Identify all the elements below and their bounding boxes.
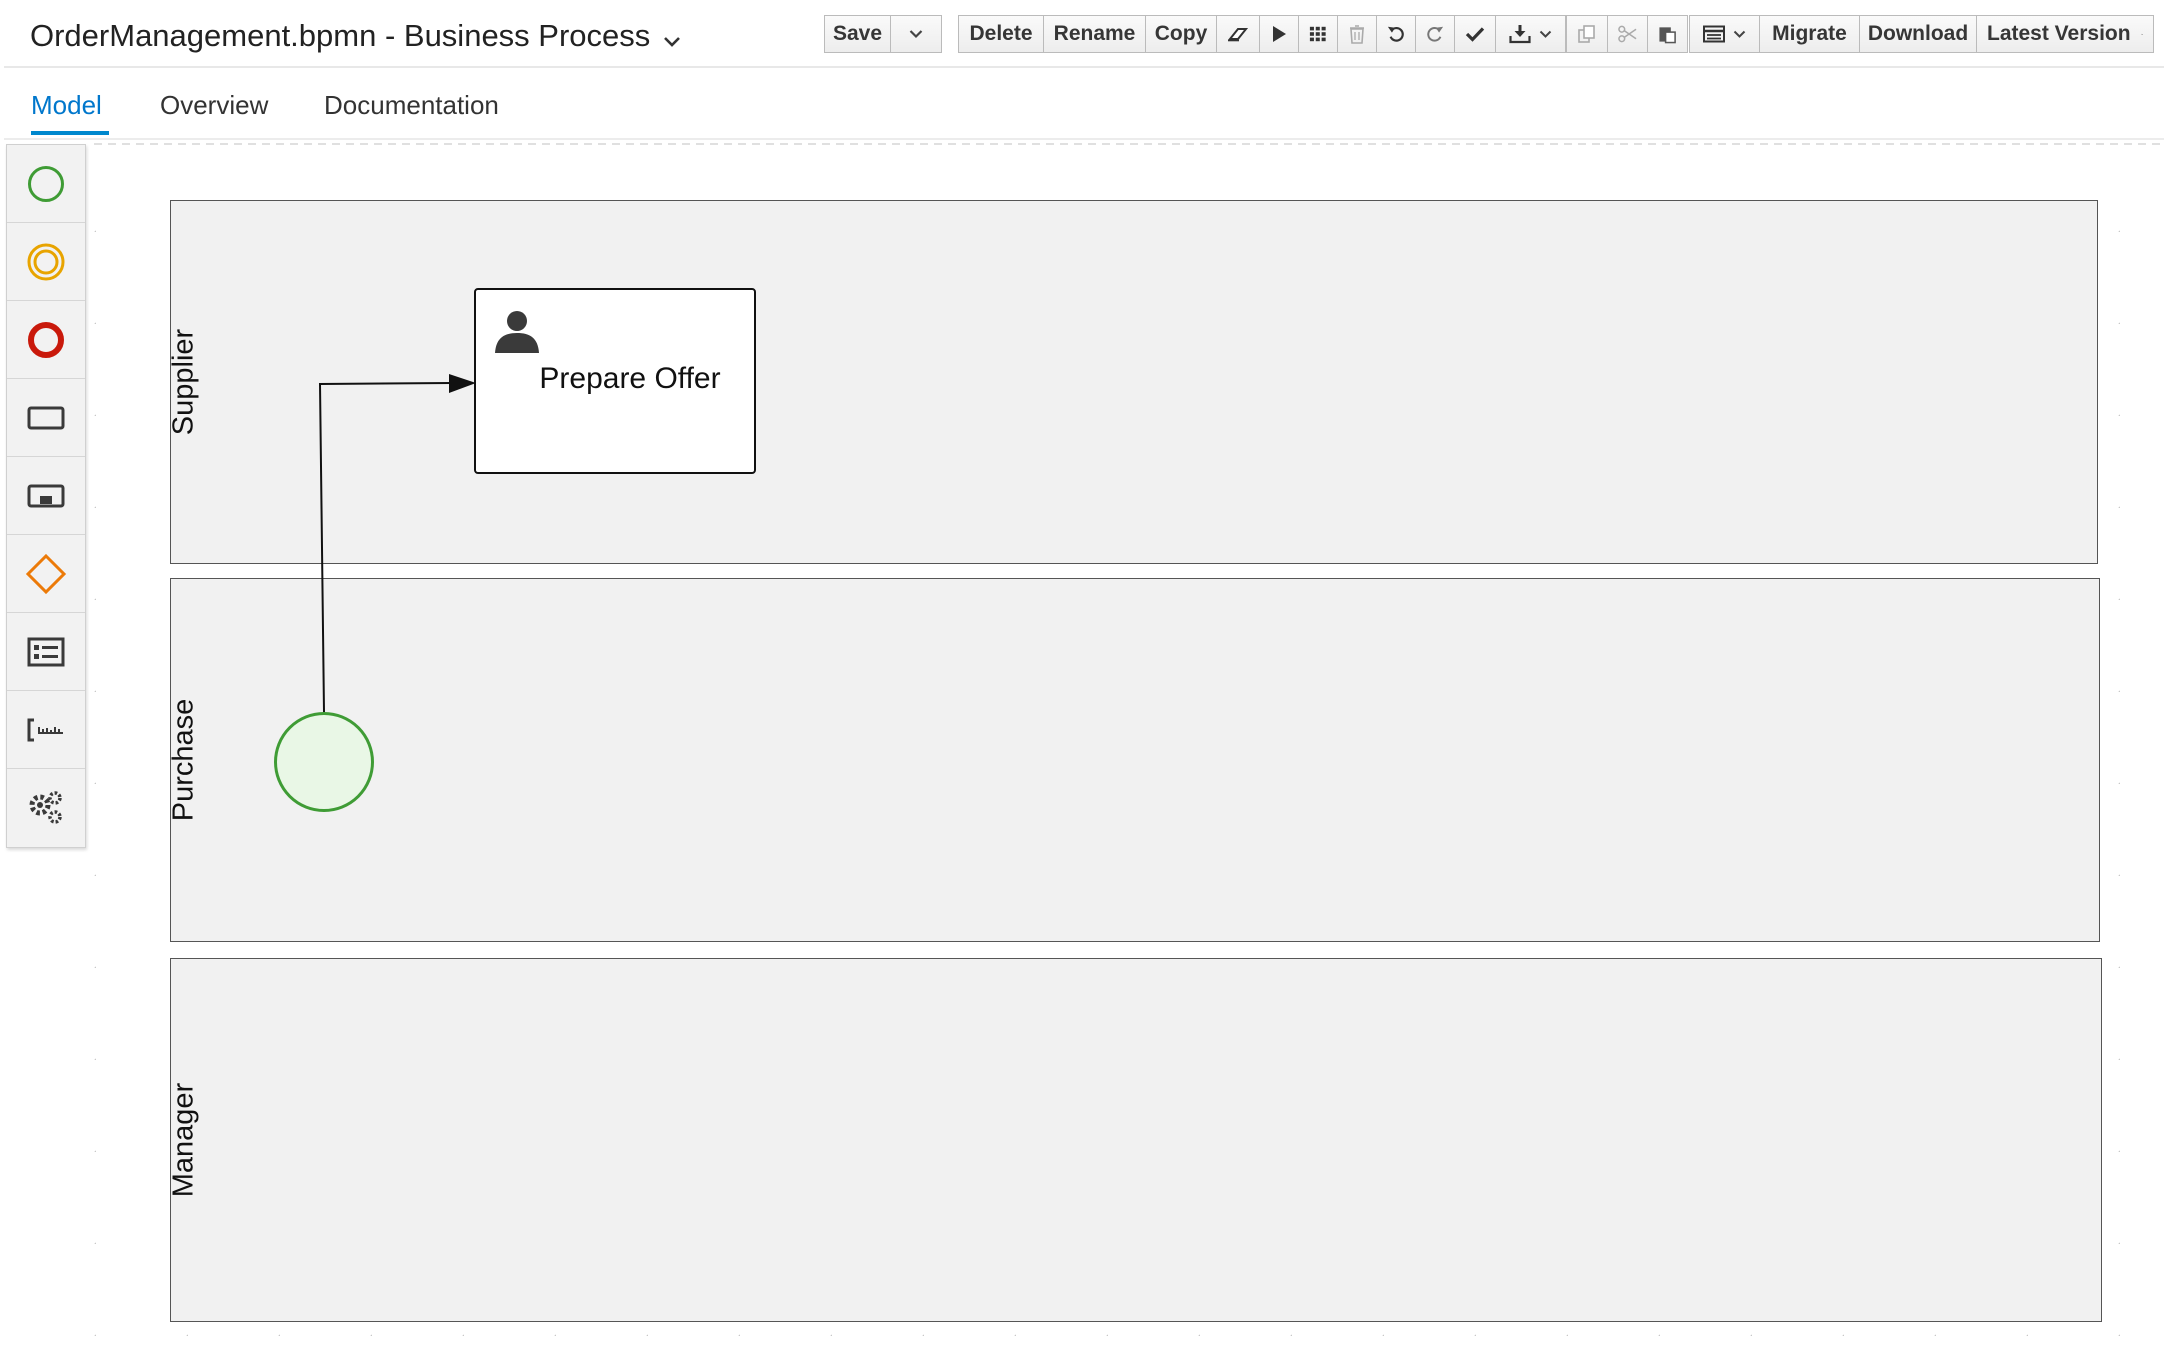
delete-button[interactable]: Delete	[958, 15, 1044, 53]
cut-button[interactable]	[1607, 15, 1648, 53]
task-label: Prepare Offer	[539, 362, 721, 395]
view-icon	[1703, 25, 1725, 43]
lane-icon[interactable]	[7, 613, 85, 691]
undo-button[interactable]	[1376, 15, 1416, 53]
copy-selection-button[interactable]	[1566, 15, 1608, 53]
grid-icon	[1309, 26, 1326, 42]
active-tab-indicator	[31, 131, 109, 135]
lane-label-purchase: Purchase	[167, 698, 200, 822]
tab-overview[interactable]: Overview	[160, 90, 268, 121]
validate-button[interactable]	[1454, 15, 1496, 53]
migrate-button[interactable]: Migrate	[1759, 15, 1860, 53]
start-event[interactable]	[274, 712, 374, 812]
play-icon	[1273, 26, 1286, 42]
lane-label-manager: Manager	[167, 1082, 200, 1198]
lane-purchase[interactable]	[170, 578, 2100, 942]
version-label: Latest Version	[1987, 22, 2131, 45]
editor-tabs: Model Overview Documentation	[4, 68, 2164, 140]
redo-icon	[1427, 26, 1444, 42]
tab-model[interactable]: Model	[31, 90, 102, 121]
rename-button[interactable]: Rename	[1043, 15, 1146, 53]
copy-button[interactable]: Copy	[1145, 15, 1217, 53]
subprocess-icon[interactable]	[7, 457, 85, 535]
bpmn-editor: OrderManagement.bpmn - Business Process …	[4, 4, 2164, 1368]
deploy-button[interactable]	[1259, 15, 1299, 53]
download-options-button[interactable]	[1495, 15, 1566, 53]
custom-tasks-icon[interactable]	[7, 769, 85, 847]
process-title[interactable]: OrderManagement.bpmn - Business Process	[30, 18, 681, 56]
chevron-down-icon	[1733, 30, 1746, 38]
paste-button[interactable]	[1647, 15, 1688, 53]
user-task-prepare-offer[interactable]: Prepare Offer	[474, 288, 756, 474]
lane-supplier[interactable]	[170, 200, 2098, 564]
shape-palette	[6, 144, 86, 848]
tab-documentation[interactable]: Documentation	[324, 90, 499, 121]
check-icon	[1465, 27, 1485, 42]
paste-icon	[1659, 27, 1676, 44]
task-icon[interactable]	[7, 379, 85, 457]
intermediate-event-icon[interactable]	[7, 223, 85, 301]
eraser-icon	[1227, 28, 1249, 42]
grid-button[interactable]	[1298, 15, 1338, 53]
lane-label-supplier: Supplier	[167, 328, 200, 436]
start-event-icon[interactable]	[7, 145, 85, 223]
save-options-button[interactable]	[890, 15, 942, 53]
trash-icon	[1350, 25, 1364, 44]
redo-button[interactable]	[1415, 15, 1455, 53]
clear-button[interactable]	[1216, 15, 1260, 53]
process-title-text: OrderManagement.bpmn - Business Process	[30, 18, 651, 53]
version-select[interactable]: Latest Version	[1976, 15, 2154, 53]
gateway-icon[interactable]	[7, 535, 85, 613]
copy-icon	[1578, 25, 1595, 43]
save-button[interactable]: Save	[824, 15, 891, 53]
chevron-down-icon[interactable]	[663, 20, 681, 56]
chevron-down-icon	[1539, 30, 1552, 38]
cut-icon	[1618, 25, 1637, 43]
lane-manager[interactable]	[170, 958, 2102, 1322]
artifact-icon[interactable]	[7, 691, 85, 769]
chevron-down-icon	[2140, 33, 2143, 35]
end-event-icon[interactable]	[7, 301, 85, 379]
download-button[interactable]: Download	[1859, 15, 1977, 53]
user-icon	[494, 308, 540, 359]
delete-selection-button[interactable]	[1337, 15, 1377, 53]
title-bar: OrderManagement.bpmn - Business Process …	[4, 4, 2164, 68]
download-icon	[1509, 25, 1531, 44]
view-options-button[interactable]	[1689, 15, 1760, 53]
chevron-down-icon	[909, 30, 923, 39]
undo-icon	[1387, 26, 1404, 42]
